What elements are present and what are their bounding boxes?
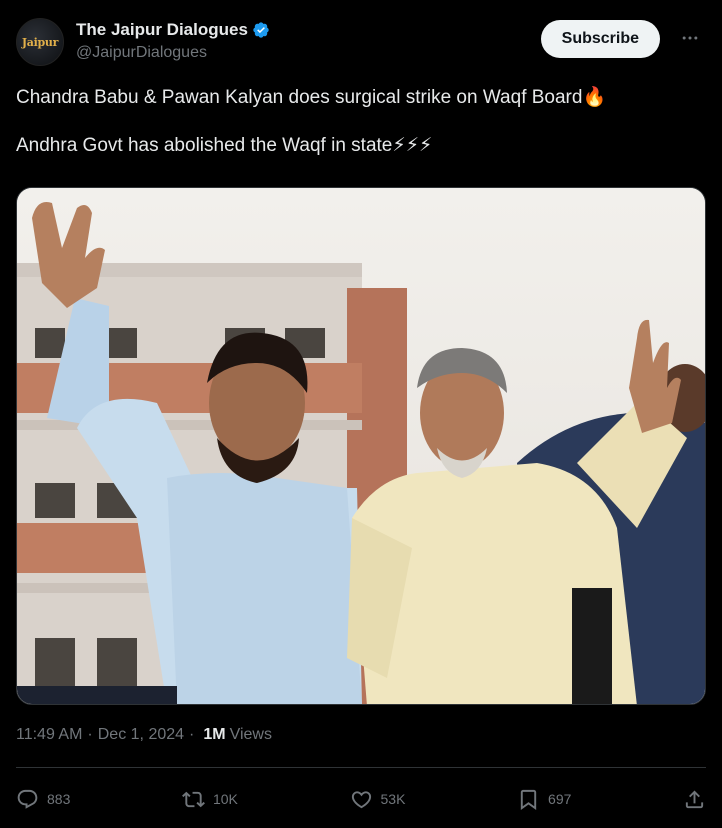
views-count: 1M: [203, 726, 226, 743]
like-count: 53K: [380, 791, 406, 807]
tweet-photo[interactable]: [16, 187, 706, 705]
bookmark-icon: [520, 789, 537, 810]
repost-count: 10K: [212, 791, 238, 807]
share-button[interactable]: [683, 788, 706, 811]
tweet-text-line-2: Andhra Govt has abolished the Waqf in st…: [16, 135, 433, 156]
avatar[interactable]: Jaipur: [16, 18, 64, 66]
share-icon: [685, 789, 704, 808]
divider: [16, 767, 706, 768]
like-button[interactable]: 53K: [350, 788, 406, 811]
tweet-text-line-1: Chandra Babu & Pawan Kalyan does surgica…: [16, 87, 607, 108]
tweet-header: Jaipur The Jaipur Dialogues @JaipurDialo…: [16, 16, 706, 72]
reply-count: 883: [47, 791, 71, 807]
meta-separator: ·: [189, 726, 195, 743]
tweet-time[interactable]: 11:49 AM: [16, 726, 82, 744]
like-icon: [351, 790, 371, 808]
author-display-name[interactable]: The Jaipur Dialogues: [76, 20, 248, 40]
bookmark-button[interactable]: 697: [517, 788, 571, 811]
meta-separator: ·: [87, 726, 93, 743]
repost-button[interactable]: 10K: [182, 788, 238, 811]
subscribe-button[interactable]: Subscribe: [540, 20, 660, 58]
author-name-row: The Jaipur Dialogues: [76, 20, 270, 40]
reply-icon: [17, 789, 38, 809]
views-label: Views: [229, 726, 272, 743]
tweet-meta: 11:49 AM · Dec 1, 2024 · 1M Views: [16, 726, 272, 744]
bookmark-count: 697: [548, 791, 572, 807]
verified-badge-icon: [253, 22, 269, 38]
tweet-date[interactable]: Dec 1, 2024: [98, 726, 184, 744]
repost-icon: [182, 791, 205, 807]
action-bar: 883 10K 53K 697: [16, 782, 706, 816]
photo-illustration: [17, 188, 705, 704]
author-handle[interactable]: @JaipurDialogues: [76, 44, 207, 62]
more-icon[interactable]: [674, 22, 706, 54]
reply-button[interactable]: 883: [16, 788, 70, 811]
avatar-logo-text: Jaipur: [21, 35, 59, 49]
tweet-text: Chandra Babu & Pawan Kalyan does surgica…: [16, 86, 706, 158]
